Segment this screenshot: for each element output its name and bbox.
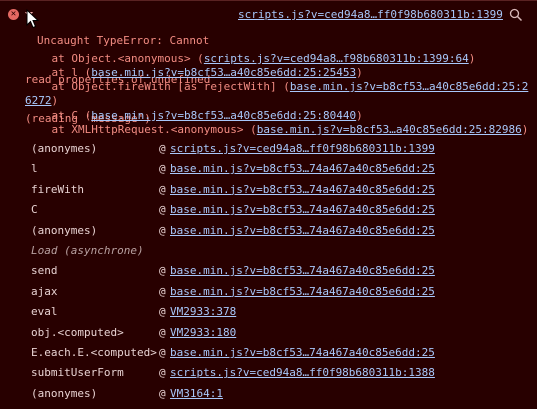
stack-frame-row: l @ base.min.js?v=b8cf53…74a467a40c85e6dd:… bbox=[0, 159, 537, 179]
stack-frame-row: submitUserForm @ scripts.js?v=ced94a8…ff0f… bbox=[0, 363, 537, 383]
frame-source-link[interactable]: scripts.js?v=ced94a8…ff0f98b680311b:1399 bbox=[170, 142, 435, 156]
stack-frame-row: eval @ VM2933:378 bbox=[0, 302, 537, 322]
stack-trace-link[interactable]: base.min.js?v=b8cf53…a40c85e6dd:25:2 bbox=[290, 80, 528, 93]
frame-source-link[interactable]: VM2933:180 bbox=[170, 326, 236, 340]
stack-frame-row: fireWith @ base.min.js?v=b8cf53…74a467a40c… bbox=[0, 180, 537, 200]
frame-source-link[interactable]: VM3164:1 bbox=[170, 387, 223, 401]
frame-at-symbol: @ bbox=[159, 386, 166, 400]
error-x-icon: ✕ bbox=[8, 9, 19, 20]
stack-trace-text: ) bbox=[521, 123, 529, 136]
frame-function-name: obj.<computed> bbox=[31, 325, 124, 339]
search-icon[interactable] bbox=[508, 7, 524, 23]
stack-trace-text: at Object.fireWith [as rejectWith] ( bbox=[25, 80, 290, 93]
stack-frame-row: C @ base.min.js?v=b8cf53…74a467a40c85e6dd:… bbox=[0, 200, 537, 220]
frame-at-symbol: @ bbox=[159, 223, 166, 237]
stack-frame-row: Load (asynchrone) bbox=[0, 241, 537, 261]
frame-function-name: l bbox=[31, 162, 38, 176]
stack-trace-line: at XMLHttpRequest.<anonymous> (base.min.… bbox=[25, 123, 528, 136]
frame-source-link[interactable]: scripts.js?v=ced94a8…ff0f98b680311b:1388 bbox=[170, 366, 435, 380]
frame-at-symbol: @ bbox=[159, 284, 166, 298]
error-title: Uncaught TypeError: Cannot bbox=[37, 34, 210, 47]
stack-trace-text: at l ( bbox=[25, 66, 92, 79]
frame-at-symbol: @ bbox=[159, 142, 166, 155]
stack-trace-text: ) bbox=[468, 52, 476, 65]
frame-at-symbol: @ bbox=[159, 203, 166, 217]
frame-at-symbol: @ bbox=[159, 346, 166, 359]
stack-trace-line: 6272) bbox=[25, 94, 58, 107]
frame-at-symbol: @ bbox=[159, 162, 166, 176]
frame-source-link[interactable]: base.min.js?v=b8cf53…74a467a40c85e6dd:25 bbox=[170, 183, 435, 197]
frame-source-link[interactable]: base.min.js?v=b8cf53…74a467a40c85e6dd:25 bbox=[170, 162, 435, 176]
stack-trace-link[interactable]: base.min.js?v=b8cf53…a40c85e6dd:25:80440 bbox=[91, 109, 356, 122]
async-boundary-label: Load (asynchrone) bbox=[31, 244, 144, 257]
stack-trace-text: ) bbox=[51, 94, 59, 107]
frame-at-symbol: @ bbox=[159, 182, 166, 196]
stack-trace-text: at C ( bbox=[25, 109, 92, 122]
stack-trace-text: at XMLHttpRequest.<anonymous> ( bbox=[25, 123, 257, 136]
stack-frame-row: (anonymes) @ scripts.js?v=ced94a8…ff0f98b6… bbox=[0, 139, 537, 159]
frame-function-name: send bbox=[31, 264, 58, 278]
stack-trace-line: at Object.<anonymous> (scripts.js?v=ced9… bbox=[25, 52, 475, 65]
console-error-message: ✕ Uncaught TypeError: Cannot read proper… bbox=[0, 0, 537, 409]
stack-frame-row: ajax @ base.min.js?v=b8cf53…74a467a40c85e6… bbox=[0, 282, 537, 302]
frame-function-name: eval bbox=[31, 305, 58, 319]
stack-trace-link[interactable]: base.min.js?v=b8cf53…a40c85e6dd:25:82986 bbox=[257, 123, 522, 136]
frame-function-name: fireWith bbox=[31, 182, 84, 196]
error-source-link[interactable]: scripts.js?v=ced94a8…ff0f98b680311b:1399 bbox=[238, 8, 503, 21]
stack-trace-line: at Object.fireWith [as rejectWith] (base… bbox=[25, 80, 528, 93]
stack-trace-link[interactable]: 6272 bbox=[25, 94, 52, 107]
stack-trace-text: ) bbox=[356, 66, 363, 79]
stack-trace-text: ) bbox=[356, 109, 363, 122]
frame-at-symbol: @ bbox=[159, 305, 166, 319]
frame-source-link[interactable]: base.min.js?v=b8cf53…74a467a40c85e6dd:25 bbox=[170, 346, 435, 360]
frame-source-link[interactable]: base.min.js?v=b8cf53…74a467a40c85e6dd:25 bbox=[170, 285, 435, 299]
frame-source-link[interactable]: VM2933:378 bbox=[170, 305, 236, 319]
stack-frame-row: obj.<computed> @ VM2933:180 bbox=[0, 323, 537, 343]
stack-trace-link[interactable]: scripts.js?v=ced94a8…f98b680311b:1399:64 bbox=[204, 52, 469, 65]
stack-trace-link[interactable]: base.min.js?v=b8cf53…a40c85e6dd:25:25453 bbox=[91, 66, 356, 79]
frame-function-name: C bbox=[31, 203, 38, 217]
frame-function-name: ajax bbox=[31, 284, 58, 298]
frame-source-link[interactable]: base.min.js?v=b8cf53…74a467a40c85e6dd:25 bbox=[170, 264, 435, 278]
stack-trace-line: at C (base.min.js?v=b8cf53…a40c85e6dd:25… bbox=[25, 109, 363, 122]
frame-function-name: (anonymes) bbox=[31, 142, 98, 155]
frame-function-name: (anonymes) bbox=[31, 386, 98, 400]
stack-frame-row: E.each.E.<computed> @ base.min.js?v=b8cf53… bbox=[0, 343, 537, 363]
stack-frame-row: (anonymes) @ base.min.js?v=b8cf53…74a467a4… bbox=[0, 221, 537, 241]
frame-source-link[interactable]: base.min.js?v=b8cf53…74a467a40c85e6dd:25 bbox=[170, 224, 435, 238]
frame-function-name: (anonymes) bbox=[31, 223, 98, 237]
frame-function-name: E.each.E.<computed> bbox=[31, 346, 157, 359]
frame-function-name: submitUserForm bbox=[31, 366, 124, 380]
stack-frame-row: (anonymes) @ VM3164:1 bbox=[0, 384, 537, 404]
frame-at-symbol: @ bbox=[159, 264, 166, 278]
frame-source-link[interactable]: base.min.js?v=b8cf53…74a467a40c85e6dd:25 bbox=[170, 203, 435, 217]
frame-at-symbol: @ bbox=[159, 325, 166, 339]
frame-at-symbol: @ bbox=[159, 366, 166, 380]
mouse-pointer-icon bbox=[26, 9, 40, 29]
stack-frame-row: send @ base.min.js?v=b8cf53…74a467a40c85e6… bbox=[0, 261, 537, 281]
stack-trace-text: at Object.<anonymous> ( bbox=[25, 52, 204, 65]
stack-trace-line: at l (base.min.js?v=b8cf53…a40c85e6dd:25… bbox=[25, 66, 363, 79]
